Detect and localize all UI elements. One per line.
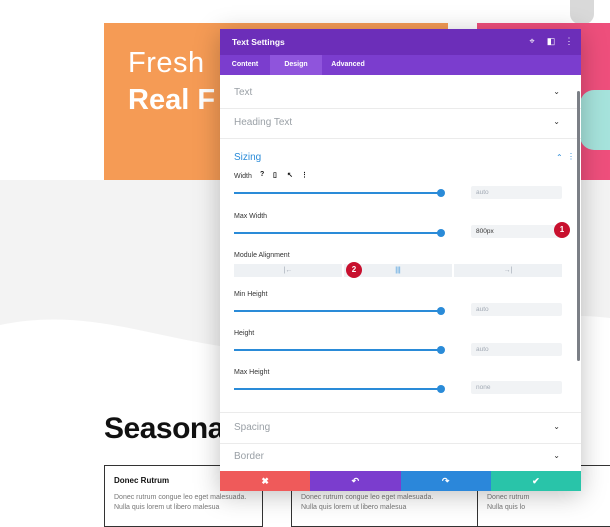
- target-icon[interactable]: ⌖: [527, 36, 537, 46]
- align-right-button[interactable]: →|: [454, 264, 562, 277]
- chevron-down-icon: ⌄: [553, 451, 560, 460]
- max-width-input[interactable]: 800px: [471, 225, 562, 238]
- slider-handle[interactable]: [437, 346, 445, 354]
- scrollbar[interactable]: [577, 91, 580, 361]
- card-text: Donec rutrum congue leo eget malesuada.: [301, 494, 434, 501]
- modal-footer: ✖ ↶ ↷ ✔: [220, 471, 581, 491]
- min-height-input[interactable]: auto: [471, 303, 562, 316]
- hero-title-line1: Fresh: [128, 47, 205, 79]
- card-text: Donec rutrum congue leo eget malesuada.: [114, 494, 247, 501]
- card-text: Donec rutrum: [487, 494, 530, 501]
- section-heading-text[interactable]: Heading Text ⌄: [220, 108, 581, 139]
- max-width-label: Max Width: [234, 213, 268, 220]
- product-bottle: [570, 0, 594, 24]
- section-text[interactable]: Text ⌄: [220, 78, 581, 109]
- more-vertical-icon[interactable]: ⋮: [567, 152, 575, 161]
- min-height-slider[interactable]: [234, 307, 445, 315]
- cancel-button[interactable]: ✖: [220, 471, 311, 491]
- hover-cursor-icon[interactable]: ↖: [287, 171, 293, 179]
- sidebar-toggle-icon[interactable]: ◧: [546, 36, 556, 46]
- tab-content[interactable]: Content: [220, 55, 270, 75]
- height-input[interactable]: auto: [471, 343, 562, 356]
- section-border[interactable]: Border ⌄: [220, 442, 581, 473]
- width-input[interactable]: auto: [471, 186, 562, 199]
- max-width-slider[interactable]: [234, 229, 445, 237]
- module-alignment-label: Module Alignment: [234, 252, 290, 259]
- chevron-down-icon: ⌄: [553, 117, 560, 126]
- slider-handle[interactable]: [437, 189, 445, 197]
- max-height-label: Max Height: [234, 369, 270, 376]
- section-spacing[interactable]: Spacing ⌄: [220, 412, 581, 444]
- tab-design[interactable]: Design: [270, 55, 322, 75]
- align-left-button[interactable]: |←: [234, 264, 342, 277]
- callout-badge-1: 1: [554, 222, 570, 238]
- help-icon[interactable]: ?: [260, 171, 264, 178]
- slider-handle[interactable]: [437, 229, 445, 237]
- width-slider[interactable]: [234, 189, 445, 197]
- redo-button[interactable]: ↷: [400, 471, 491, 491]
- card-text: Nulla quis lo: [487, 504, 526, 511]
- max-height-slider[interactable]: [234, 385, 445, 393]
- section-label: Spacing: [234, 422, 271, 433]
- more-vertical-icon[interactable]: ⋮: [301, 171, 308, 179]
- hero-teal-shape: [580, 90, 610, 150]
- chevron-down-icon: ⌄: [553, 422, 560, 431]
- undo-button[interactable]: ↶: [310, 471, 401, 491]
- width-label: Width: [234, 173, 252, 180]
- chevron-down-icon: ⌄: [553, 87, 560, 96]
- card-title: Donec Rutrum: [114, 476, 170, 485]
- height-label: Height: [234, 330, 255, 337]
- more-vertical-icon[interactable]: ⋮: [564, 36, 574, 46]
- max-height-input[interactable]: none: [471, 381, 562, 394]
- min-height-label: Min Height: [234, 291, 268, 298]
- section-label: Border: [234, 451, 265, 462]
- callout-badge-2: 2: [346, 262, 362, 278]
- seasonal-heading: Seasona: [104, 412, 224, 445]
- responsive-icon[interactable]: ▯: [273, 171, 277, 179]
- tab-advanced[interactable]: Advanced: [322, 55, 374, 75]
- height-slider[interactable]: [234, 346, 445, 354]
- text-settings-modal: Text Settings ⌖ ◧ ⋮ Content Design Advan…: [220, 29, 581, 491]
- section-label: Heading Text: [234, 117, 293, 128]
- save-button[interactable]: ✔: [490, 471, 581, 491]
- chevron-up-icon[interactable]: ⌃: [556, 153, 563, 162]
- module-alignment-control: |← ||| →|: [234, 264, 562, 277]
- slider-handle[interactable]: [437, 385, 445, 393]
- slider-handle[interactable]: [437, 307, 445, 315]
- hero-title-line2: Real F: [128, 84, 216, 116]
- modal-header: Text Settings ⌖ ◧ ⋮: [220, 29, 581, 55]
- modal-title: Text Settings: [232, 37, 285, 47]
- section-sizing-label[interactable]: Sizing: [234, 152, 261, 163]
- section-label: Text: [234, 87, 253, 98]
- modal-tabs: Content Design Advanced: [220, 55, 581, 75]
- card-text: Nulla quis lorem ut libero malesua: [114, 504, 220, 511]
- card-text: Nulla quis lorem ut libero malesua: [301, 504, 407, 511]
